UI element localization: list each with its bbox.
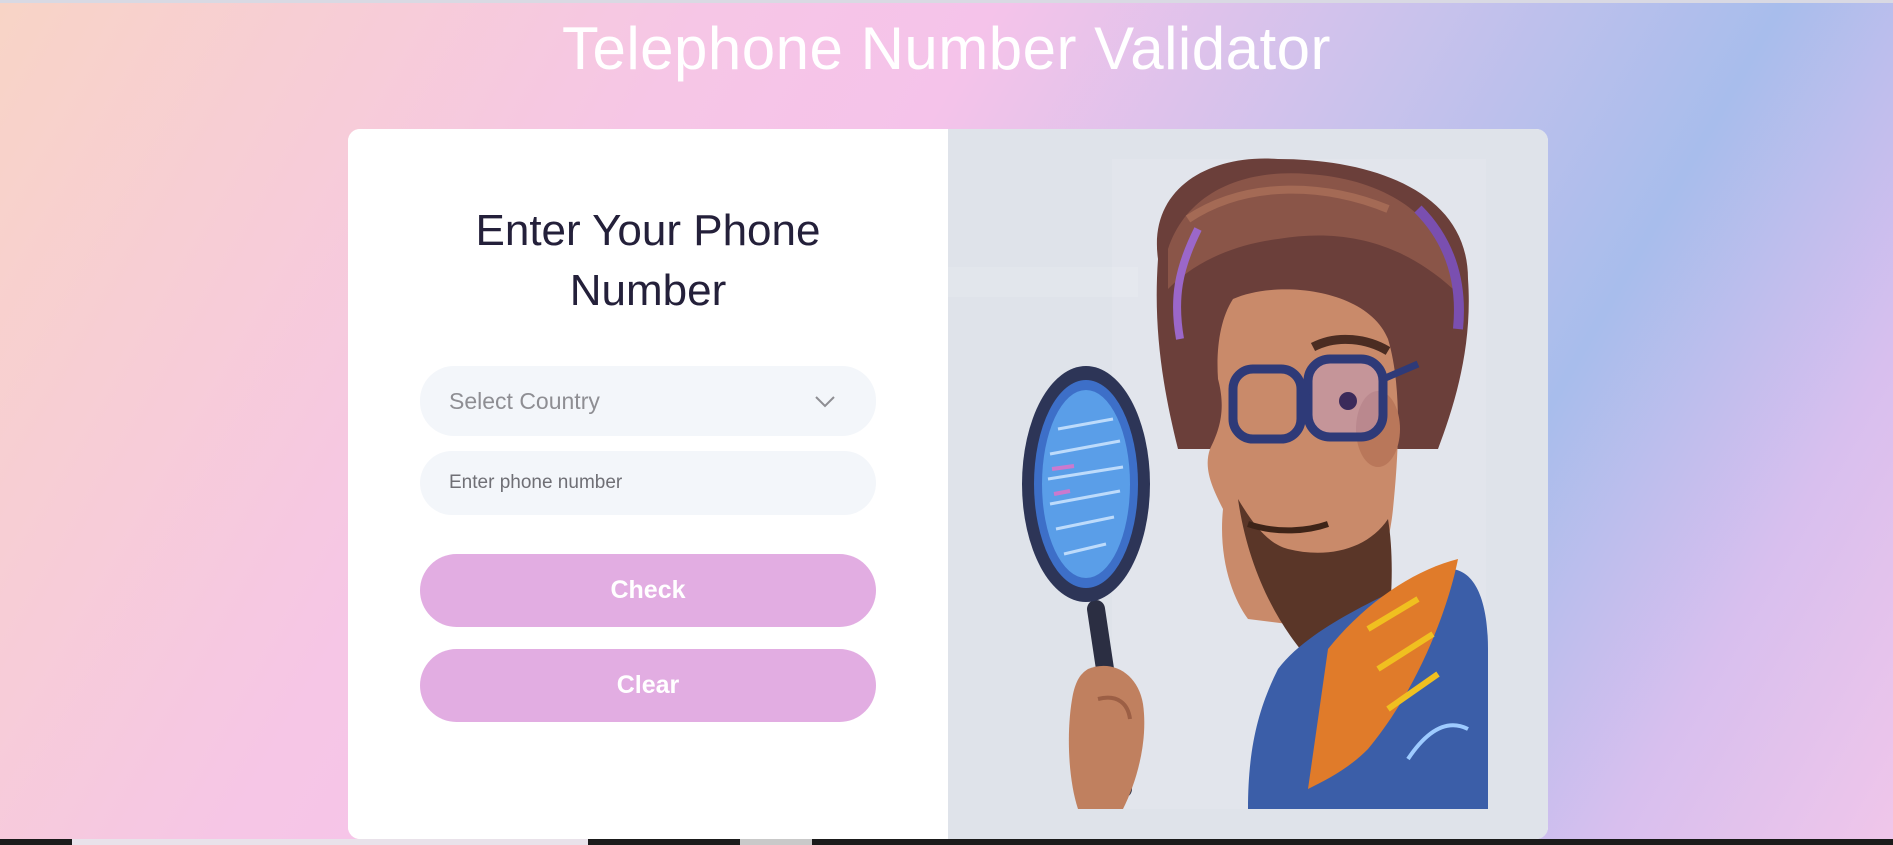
detective-illustration bbox=[1022, 158, 1488, 809]
validator-card: Enter Your Phone Number Select Country C… bbox=[348, 129, 1548, 839]
check-button[interactable]: Check bbox=[420, 554, 876, 627]
taskbar-strip bbox=[0, 839, 1893, 845]
window-top-edge bbox=[0, 0, 1893, 3]
form-heading: Enter Your Phone Number bbox=[475, 206, 821, 315]
phone-number-input[interactable] bbox=[420, 451, 876, 515]
illustration-panel bbox=[908, 129, 1548, 839]
country-select-placeholder: Select Country bbox=[449, 387, 600, 414]
chevron-down-icon bbox=[815, 396, 835, 408]
watermark-overlay bbox=[908, 267, 1138, 297]
taskbar-segment bbox=[72, 839, 588, 845]
form-panel: Enter Your Phone Number Select Country C… bbox=[348, 129, 948, 839]
page-title: Telephone Number Validator bbox=[561, 15, 1331, 82]
clear-button[interactable]: Clear bbox=[420, 649, 876, 722]
taskbar-segment bbox=[740, 839, 812, 845]
country-select[interactable]: Select Country bbox=[420, 366, 876, 436]
